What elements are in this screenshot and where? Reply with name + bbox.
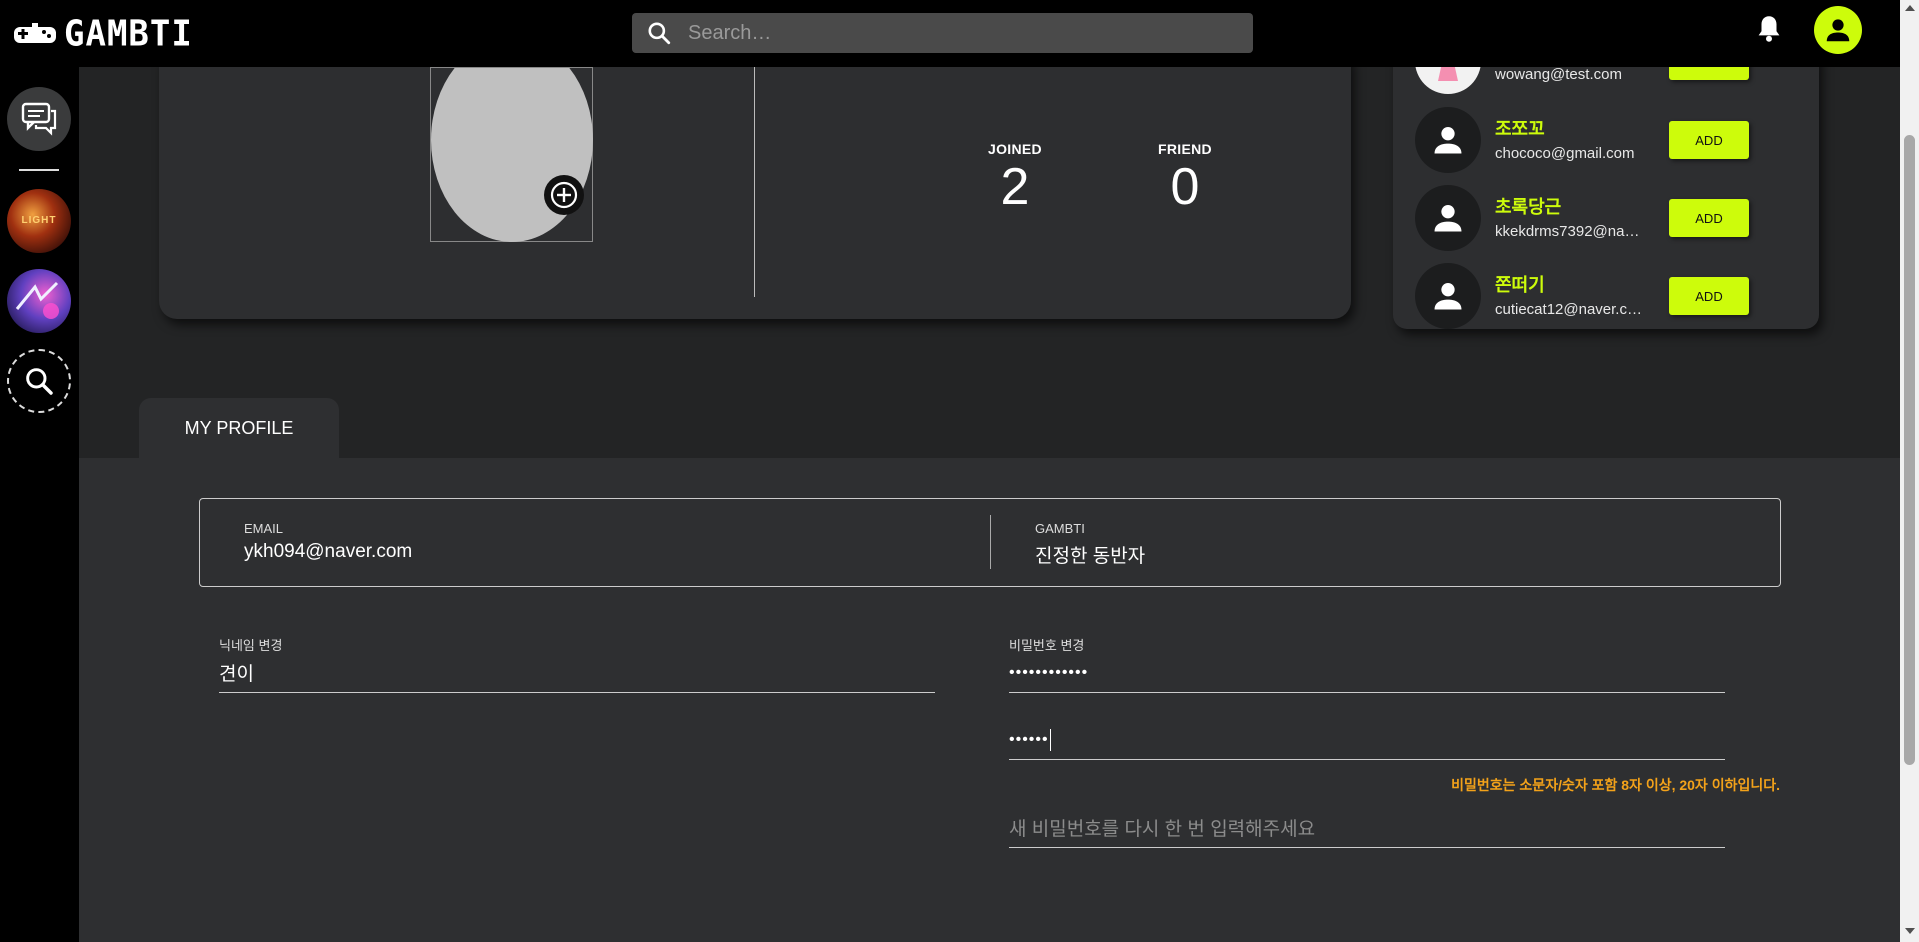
page-scrollbar[interactable] xyxy=(1900,0,1919,942)
stat-friend: FRIEND 0 xyxy=(1140,141,1230,213)
current-password-field[interactable]: •••••••••••• xyxy=(1009,653,1725,693)
friend-name: 조쪼꼬 xyxy=(1495,119,1545,139)
friend-email: wowang@test.com xyxy=(1495,67,1622,83)
new-password-field[interactable]: •••••• xyxy=(1009,720,1725,760)
stat-joined-label: JOINED xyxy=(988,141,1042,157)
email-label: EMAIL xyxy=(244,521,284,536)
stat-joined-value: 2 xyxy=(1000,158,1030,216)
email-info: EMAIL ykh094@naver.com xyxy=(244,521,412,563)
password-rule-hint: 비밀번호는 소문자/숫자 포함 8자 이상, 20자 이하입니다. xyxy=(1451,777,1780,793)
email-value: ykh094@naver.com xyxy=(244,541,413,562)
person-icon xyxy=(1434,127,1462,154)
sidebar-divider xyxy=(19,169,59,171)
text-caret xyxy=(1049,728,1051,751)
add-friend-button[interactable]: ADD xyxy=(1669,67,1749,80)
game-1-label: LIGHT xyxy=(21,215,57,226)
nickname-field[interactable]: 견이 xyxy=(219,653,935,693)
friend-suggestions-card: wowang@test.com ADD 조쪼꼬 chococo@gmail.co… xyxy=(1393,67,1819,329)
friend-email: kkekdrms7392@naver.com xyxy=(1495,223,1645,240)
profile-photo-frame xyxy=(430,67,593,242)
nickname-value: 견이 xyxy=(219,664,254,685)
add-friend-button[interactable]: ADD xyxy=(1669,277,1749,315)
gambti-label: GAMBTI xyxy=(1035,521,1085,536)
plus-circle-icon xyxy=(550,181,578,209)
add-friend-button[interactable]: ADD xyxy=(1669,199,1749,237)
confirm-password-placeholder: 새 비밀번호를 다시 한 번 입력해주세요 xyxy=(1009,819,1316,840)
card-divider xyxy=(754,67,755,297)
friend-avatar xyxy=(1415,263,1481,329)
add-friend-button[interactable]: ADD xyxy=(1669,121,1749,159)
new-password-value: •••••• xyxy=(1009,730,1049,748)
profile-form-panel: EMAIL ykh094@naver.com GAMBTI 진정한 동반자 닉네… xyxy=(79,458,1900,942)
gambti-info: GAMBTI 진정한 동반자 xyxy=(1035,521,1145,568)
controller-logo-icon xyxy=(14,23,56,43)
gambti-value: 진정한 동반자 xyxy=(1035,546,1146,567)
pink-character-icon xyxy=(1438,67,1458,81)
confirm-password-field[interactable]: 새 비밀번호를 다시 한 번 입력해주세요 xyxy=(1009,808,1725,848)
friend-row: 초록당근 kkekdrms7392@naver.com ADD xyxy=(1415,185,1815,251)
scroll-down-arrow-icon[interactable] xyxy=(1905,928,1915,934)
search-input[interactable] xyxy=(688,21,1248,45)
game-2-art-icon xyxy=(15,281,59,319)
search-bar xyxy=(632,13,1253,53)
person-icon xyxy=(1434,205,1462,232)
profile-card: JOINED 2 FRIEND 0 xyxy=(159,67,1351,319)
friend-email: chococo@gmail.com xyxy=(1495,145,1635,162)
sidebar-item-game-1[interactable]: LIGHT xyxy=(7,189,71,253)
scroll-up-arrow-icon[interactable] xyxy=(1905,5,1915,11)
friend-row: 쫀떠기 cutiecat12@naver.com ADD xyxy=(1415,263,1815,329)
sidebar-item-game-2[interactable] xyxy=(7,269,71,333)
stat-friend-label: FRIEND xyxy=(1158,141,1212,157)
search-icon[interactable] xyxy=(646,20,672,46)
tab-my-profile[interactable]: MY PROFILE xyxy=(139,398,339,458)
left-sidebar: LIGHT xyxy=(0,67,79,942)
nickname-label: 닉네임 변경 xyxy=(219,638,283,653)
main-content: JOINED 2 FRIEND 0 wowang@test.com ADD xyxy=(79,67,1900,942)
profile-photo xyxy=(431,68,593,242)
friend-avatar xyxy=(1415,67,1481,94)
stat-friend-value: 0 xyxy=(1170,158,1200,216)
info-divider xyxy=(990,515,991,569)
bell-icon[interactable] xyxy=(1755,14,1783,44)
friend-row: 조쪼꼬 chococo@gmail.com ADD xyxy=(1415,107,1815,173)
friend-avatar xyxy=(1415,185,1481,251)
app-logo[interactable]: GAMBTI xyxy=(12,13,193,55)
person-icon xyxy=(1826,19,1850,42)
app-title: GAMBTI xyxy=(64,13,193,55)
friend-name: 쫀떠기 xyxy=(1495,275,1545,295)
friend-name: 초록당근 xyxy=(1495,197,1562,217)
current-password-value: •••••••••••• xyxy=(1009,663,1089,681)
search-icon xyxy=(26,368,53,395)
stat-joined: JOINED 2 xyxy=(970,141,1060,213)
add-photo-button[interactable] xyxy=(544,175,584,215)
user-avatar-button[interactable] xyxy=(1814,6,1862,54)
sidebar-item-chat[interactable] xyxy=(7,87,71,151)
top-bar: GAMBTI xyxy=(0,0,1900,67)
scroll-thumb[interactable] xyxy=(1904,135,1915,765)
friend-email: cutiecat12@naver.com xyxy=(1495,301,1645,318)
password-label: 비밀번호 변경 xyxy=(1009,638,1085,653)
friend-row: wowang@test.com ADD xyxy=(1415,67,1815,94)
chat-icon xyxy=(21,102,57,136)
friend-avatar xyxy=(1415,107,1481,173)
sidebar-item-explore[interactable] xyxy=(7,349,71,413)
account-info-box: EMAIL ykh094@naver.com GAMBTI 진정한 동반자 xyxy=(199,498,1781,587)
person-icon xyxy=(1434,283,1462,310)
